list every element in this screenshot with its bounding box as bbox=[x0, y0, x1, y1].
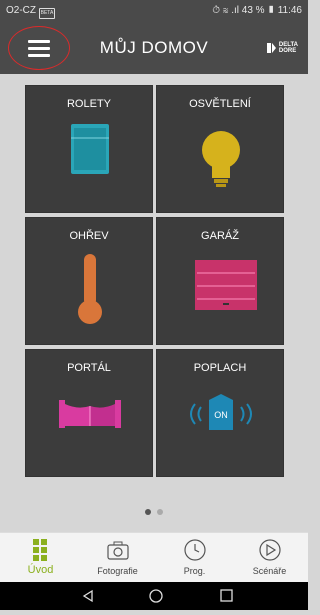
status-bar: O2-CZ BETA ⏱ ≋ .ıl 43 % ▮ 11:46 bbox=[0, 0, 308, 22]
app-bar: MŮJ DOMOV DELTA DORE bbox=[0, 22, 308, 74]
system-nav-bar bbox=[0, 582, 308, 610]
nav-label: Úvod bbox=[27, 564, 54, 576]
delta-dore-logo-icon bbox=[266, 43, 276, 53]
carrier-badge-icon: BETA bbox=[39, 8, 55, 19]
carrier: O2-CZ BETA bbox=[6, 5, 55, 19]
tile-osvetleni[interactable]: OSVĚTLENÍ bbox=[156, 85, 284, 213]
nav-uvod[interactable]: Úvod bbox=[2, 533, 79, 583]
nav-prog[interactable]: Prog. bbox=[156, 533, 233, 583]
page-dot-active[interactable] bbox=[145, 509, 151, 515]
tile-rolety[interactable]: ROLETY bbox=[25, 85, 153, 213]
tile-poplach[interactable]: POPLACH ON bbox=[156, 349, 284, 477]
page-indicator bbox=[0, 502, 308, 520]
home-icon[interactable] bbox=[149, 589, 163, 603]
tile-ohrev[interactable]: OHŘEV bbox=[25, 217, 153, 345]
delta-dore-logo: DELTA DORE bbox=[266, 42, 298, 54]
bottom-nav: Úvod Fotografie Prog. Scénáře bbox=[0, 532, 308, 583]
page-dot[interactable] bbox=[157, 509, 163, 515]
camera-icon bbox=[107, 541, 129, 560]
page-title: MŮJ DOMOV bbox=[99, 38, 209, 57]
clock-icon bbox=[184, 539, 206, 561]
home-grid-icon bbox=[33, 539, 47, 561]
nav-label: Fotografie bbox=[97, 566, 138, 576]
back-icon[interactable] bbox=[82, 589, 93, 603]
tile-garaz[interactable]: GARÁŽ bbox=[156, 217, 284, 345]
nav-fotografie[interactable]: Fotografie bbox=[79, 533, 156, 583]
gate-icon bbox=[59, 400, 121, 428]
thermometer-icon bbox=[78, 254, 102, 324]
play-icon bbox=[259, 539, 281, 561]
nav-label: Scénáře bbox=[252, 566, 287, 576]
nav-label: Prog. bbox=[183, 566, 206, 576]
recents-icon[interactable] bbox=[220, 589, 233, 602]
shutter-icon bbox=[71, 124, 109, 174]
tile-portal[interactable]: PORTÁL bbox=[25, 349, 153, 477]
lightbulb-icon bbox=[202, 131, 240, 187]
nav-scenare[interactable]: Scénáře bbox=[231, 533, 308, 583]
garage-door-icon bbox=[195, 260, 257, 310]
alarm-on-label: ON bbox=[214, 410, 228, 420]
status-right: ⏱ ≋ .ıl 43 % ▮ 11:46 bbox=[212, 5, 302, 16]
